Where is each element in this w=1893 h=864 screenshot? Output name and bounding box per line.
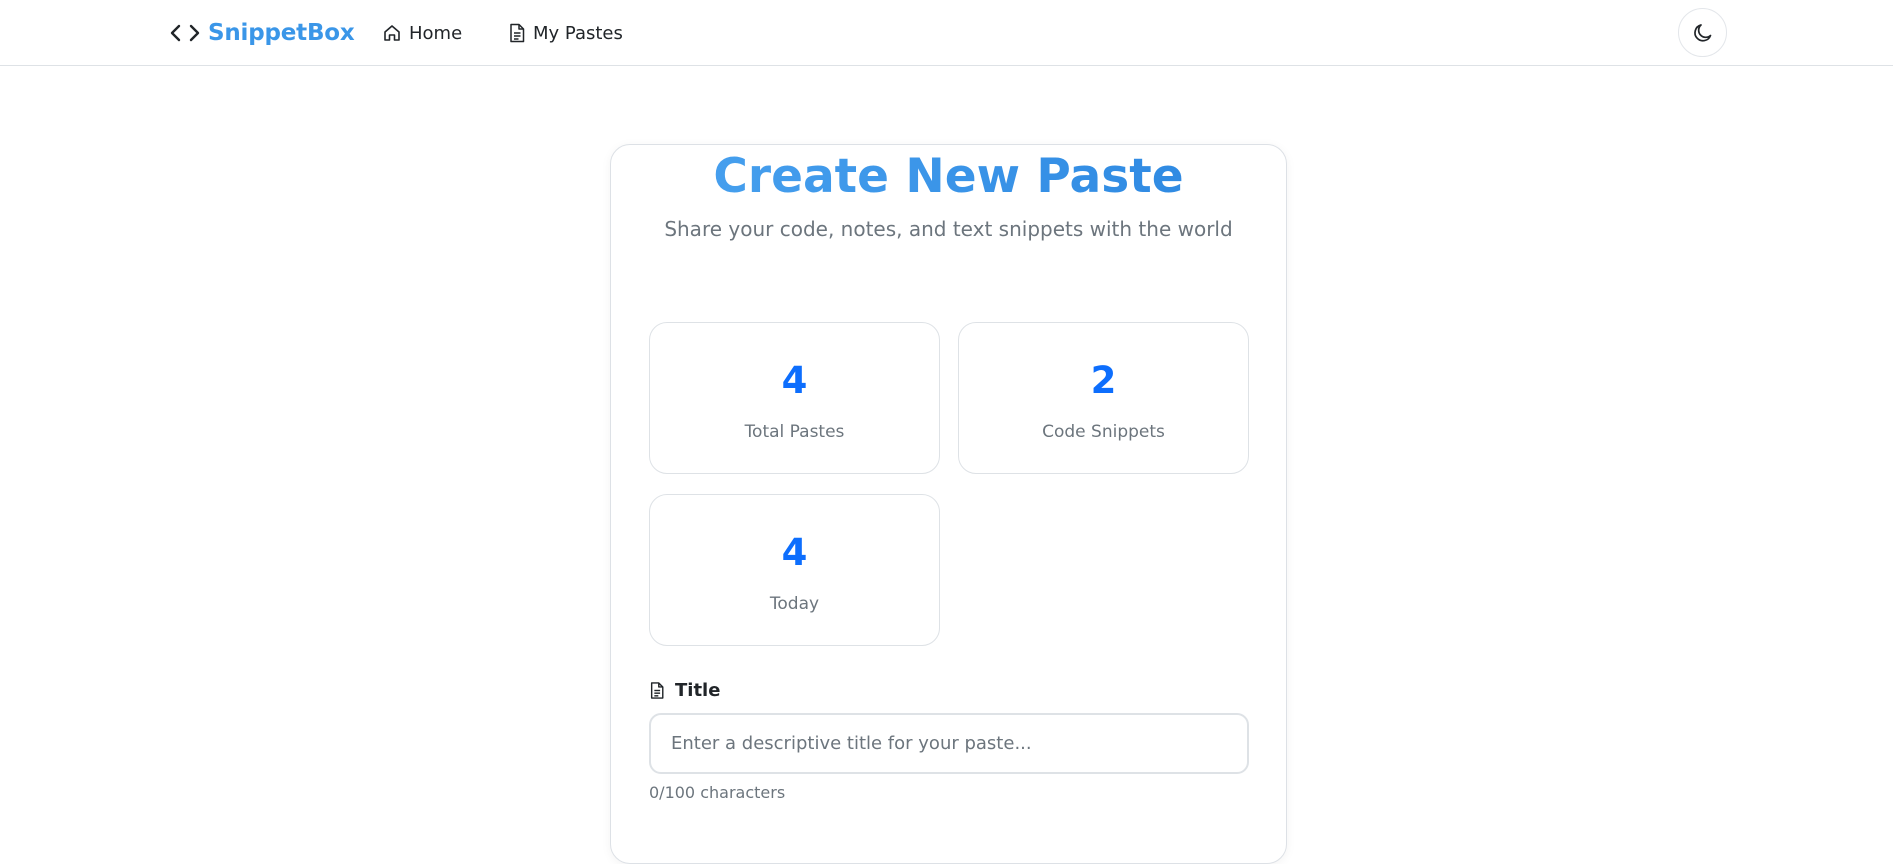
stat-label: Total Pastes [744,422,845,442]
nav-link-my-pastes-label: My Pastes [533,22,623,44]
code-brackets-icon [170,24,200,42]
title-field-label: Title [649,678,720,702]
page-subtitle: Share your code, notes, and text snippet… [664,217,1233,241]
brand-link[interactable]: SnippetBox [170,18,355,48]
brand-name: SnippetBox [208,20,355,46]
create-paste-card: Create New Paste Share your code, notes,… [610,144,1287,864]
title-char-count: 0/100 characters [649,783,786,802]
file-text-icon [510,23,525,43]
page-title: Create New Paste [611,145,1286,209]
house-icon [384,25,400,41]
navbar: SnippetBox Home My Pastes [0,0,1893,66]
nav-link-home[interactable]: Home [382,20,462,46]
nav-link-home-label: Home [409,22,463,44]
stat-value: 4 [781,359,808,402]
moon-icon [1693,23,1711,42]
theme-toggle-button[interactable] [1678,8,1727,57]
stat-value: 4 [781,531,808,574]
stat-card-today: 4 Today [649,494,940,646]
stat-label: Code Snippets [1042,422,1165,442]
stat-label: Today [769,594,820,614]
title-input[interactable] [649,713,1249,774]
file-text-icon [650,681,664,699]
stat-card-total-pastes: 4 Total Pastes [649,322,940,474]
stat-card-code-snippets: 2 Code Snippets [958,322,1249,474]
nav-link-my-pastes[interactable]: My Pastes [508,20,623,46]
stat-value: 2 [1090,359,1117,402]
title-label-text: Title [675,679,721,701]
